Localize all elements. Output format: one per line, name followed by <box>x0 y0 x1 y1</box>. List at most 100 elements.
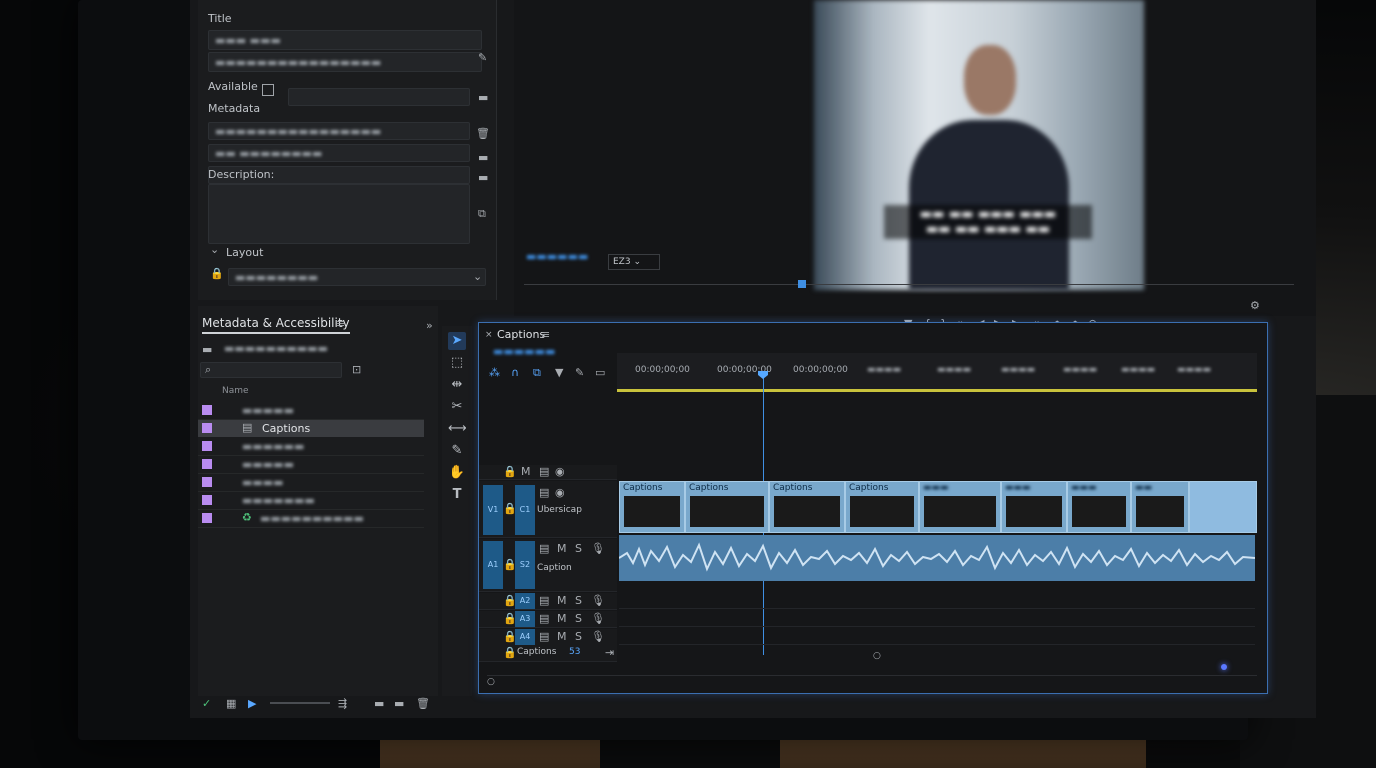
caption-clip[interactable]: Captions <box>619 481 685 533</box>
available-field[interactable] <box>288 88 470 106</box>
program-scrubber[interactable] <box>524 284 1294 285</box>
audio-track-a3[interactable] <box>619 609 1255 627</box>
freeform-view-icon[interactable]: ▶ <box>248 698 256 710</box>
mic-icon[interactable]: 🎙 <box>591 595 605 607</box>
settings-icon[interactable]: ⚙ <box>1250 300 1260 312</box>
new-bin-footer-icon[interactable]: ▬ <box>374 698 384 710</box>
pen-tool-icon[interactable]: ✎ <box>448 442 466 460</box>
track-select-tool-icon[interactable]: ⬚ <box>448 354 466 372</box>
copy-icon[interactable]: ⧉ <box>478 208 486 220</box>
zoom-slider[interactable] <box>270 702 330 704</box>
caption-clip-label: Captions <box>773 483 813 493</box>
list-item-captions[interactable]: ▤ Captions <box>198 420 424 437</box>
zoom-dropdown[interactable]: EZ3 ⌄ <box>608 254 660 270</box>
folder-icon[interactable]: ▬ <box>478 92 488 104</box>
source-patch-audio[interactable]: A1 <box>483 541 503 589</box>
panel-overflow-icon[interactable]: » <box>426 320 433 332</box>
folder-icon-bin[interactable]: ▬ <box>202 344 212 356</box>
description-field[interactable] <box>208 184 470 244</box>
add-marker-timeline-icon[interactable]: ▼ <box>555 367 563 379</box>
slip-tool-icon[interactable]: ⟷ <box>448 420 467 438</box>
timeline-tab-captions[interactable]: Captions <box>497 328 545 341</box>
search-input[interactable]: ⌕ <box>200 362 342 378</box>
audio-track-a4[interactable] <box>619 627 1255 645</box>
metadata-field-1[interactable]: ▬▬▬▬▬▬▬▬▬▬▬▬▬▬▬▬ <box>208 122 470 140</box>
razor-tool-icon[interactable]: ✂ <box>448 398 466 416</box>
lock-track-icon[interactable]: 🔒 <box>503 559 517 571</box>
list-view-icon[interactable]: ✓ <box>202 698 211 710</box>
type-tool-icon[interactable]: T <box>448 486 466 504</box>
solo-icon[interactable]: S <box>575 543 582 555</box>
wrench-icon[interactable]: ✎ <box>575 367 584 379</box>
available-checkbox[interactable] <box>262 84 274 96</box>
eye-icon[interactable]: ◉ <box>555 466 565 478</box>
track-target-a4[interactable]: A4 <box>515 629 535 645</box>
close-tab-icon[interactable]: × <box>485 329 493 341</box>
lock-track-icon[interactable]: 🔒 <box>503 466 517 478</box>
trash-icon[interactable]: 🗑 <box>476 128 490 140</box>
timeline-menu-icon[interactable]: ≡ <box>541 329 550 341</box>
metadata-field-2[interactable]: ▬▬ ▬▬▬▬▬▬▬▬ <box>208 144 470 162</box>
sync-lock-icon[interactable]: M <box>521 466 531 478</box>
list-item[interactable]: ▬▬▬▬ <box>198 474 424 492</box>
list-item[interactable]: ▬▬▬▬▬ <box>198 456 424 474</box>
track-target-a2[interactable]: A2 <box>515 593 535 609</box>
column-name: Name <box>222 386 249 396</box>
hand-tool-icon[interactable]: ✋ <box>448 464 466 482</box>
track-header-audio: A1 S2 🔒 ▤ M S 🎙 Caption <box>479 539 617 592</box>
eye-icon[interactable]: ◉ <box>555 487 565 499</box>
mic-icon[interactable]: 🎙 <box>591 613 605 625</box>
title-field[interactable]: ▬▬▬ ▬▬▬ <box>208 30 482 50</box>
nest-icon[interactable]: ⁂ <box>489 367 500 379</box>
caption-clip[interactable] <box>1189 481 1257 533</box>
list-item[interactable]: ▬▬▬▬▬ <box>198 402 424 420</box>
audio-clip[interactable] <box>619 535 1255 581</box>
captions-toggle-icon[interactable]: ▭ <box>595 367 605 379</box>
list-item[interactable]: ♻ ▬▬▬▬▬▬▬▬▬▬ <box>198 510 424 528</box>
work-area-bar[interactable] <box>617 389 1257 392</box>
trash-footer-icon[interactable]: 🗑 <box>416 698 430 710</box>
mic-icon[interactable]: 🎙 <box>591 543 605 555</box>
list-item[interactable]: ▬▬▬▬▬▬ <box>198 438 424 456</box>
snap-icon[interactable]: ∩ <box>511 367 519 379</box>
time-ruler[interactable]: 00:00;00;00 00:00;00;00 00:00;00;00 ▬▬▬▬… <box>617 353 1257 392</box>
title-subfield[interactable]: ▬▬▬▬▬▬▬▬▬▬▬▬▬▬▬▬ <box>208 52 482 72</box>
mic-icon[interactable]: 🎙 <box>591 631 605 643</box>
timeline-scrollbar[interactable]: ○ ○ <box>487 651 1257 687</box>
edit-pencil-icon[interactable]: ✎ <box>478 52 487 64</box>
list-item[interactable]: ▬▬▬▬▬▬▬ <box>198 492 424 510</box>
description-label: Description: <box>208 168 275 181</box>
program-playhead[interactable] <box>798 280 806 288</box>
tab-metadata-accessibility[interactable]: Metadata & Accessibility <box>202 316 350 334</box>
track-target-audio[interactable]: S2 <box>515 541 535 589</box>
caption-clip[interactable]: Captions <box>685 481 769 533</box>
audio-track-a2[interactable] <box>619 591 1255 609</box>
new-bin-icon[interactable]: ⊡ <box>352 364 361 376</box>
lock-icon[interactable]: 🔒 <box>210 268 224 280</box>
chevron-down-icon[interactable]: ⌄ <box>210 244 219 256</box>
toggle-output-icon[interactable]: ▤ <box>539 466 549 478</box>
mute-icon[interactable]: M <box>557 543 567 555</box>
caption-clip[interactable]: ▬▬▬ <box>1001 481 1067 533</box>
caption-clip[interactable]: ▬▬ <box>1131 481 1189 533</box>
automate-icon[interactable]: ⇶ <box>338 698 347 710</box>
track-target-a3[interactable]: A3 <box>515 611 535 627</box>
folder-icon-3[interactable]: ▬ <box>478 172 488 184</box>
track-target[interactable]: C1 <box>515 485 535 535</box>
caption-clip[interactable]: ▬▬▬ <box>1067 481 1131 533</box>
toggle-output-icon[interactable]: ▤ <box>539 487 549 499</box>
lock-track-icon[interactable]: 🔒 <box>503 503 517 515</box>
toggle-output-icon[interactable]: ▤ <box>539 543 549 555</box>
linked-selection-icon[interactable]: ⧉ <box>533 367 541 379</box>
ripple-edit-tool-icon[interactable]: ⇹ <box>448 376 466 394</box>
caption-clip[interactable]: Captions <box>769 481 845 533</box>
icon-view-icon[interactable]: ▦ <box>226 698 236 710</box>
layout-dropdown[interactable]: ▬▬▬▬▬▬▬▬ ⌄ <box>228 268 486 286</box>
caption-clip[interactable]: Captions <box>845 481 919 533</box>
folder-icon-2[interactable]: ▬ <box>478 152 488 164</box>
source-patch[interactable]: V1 <box>483 485 503 535</box>
selection-tool-icon[interactable]: ➤ <box>448 332 466 350</box>
caption-clip[interactable]: ▬▬▬ <box>919 481 1001 533</box>
panel-menu-icon[interactable]: ≡ <box>336 318 345 330</box>
new-item-icon[interactable]: ▬ <box>394 698 404 710</box>
